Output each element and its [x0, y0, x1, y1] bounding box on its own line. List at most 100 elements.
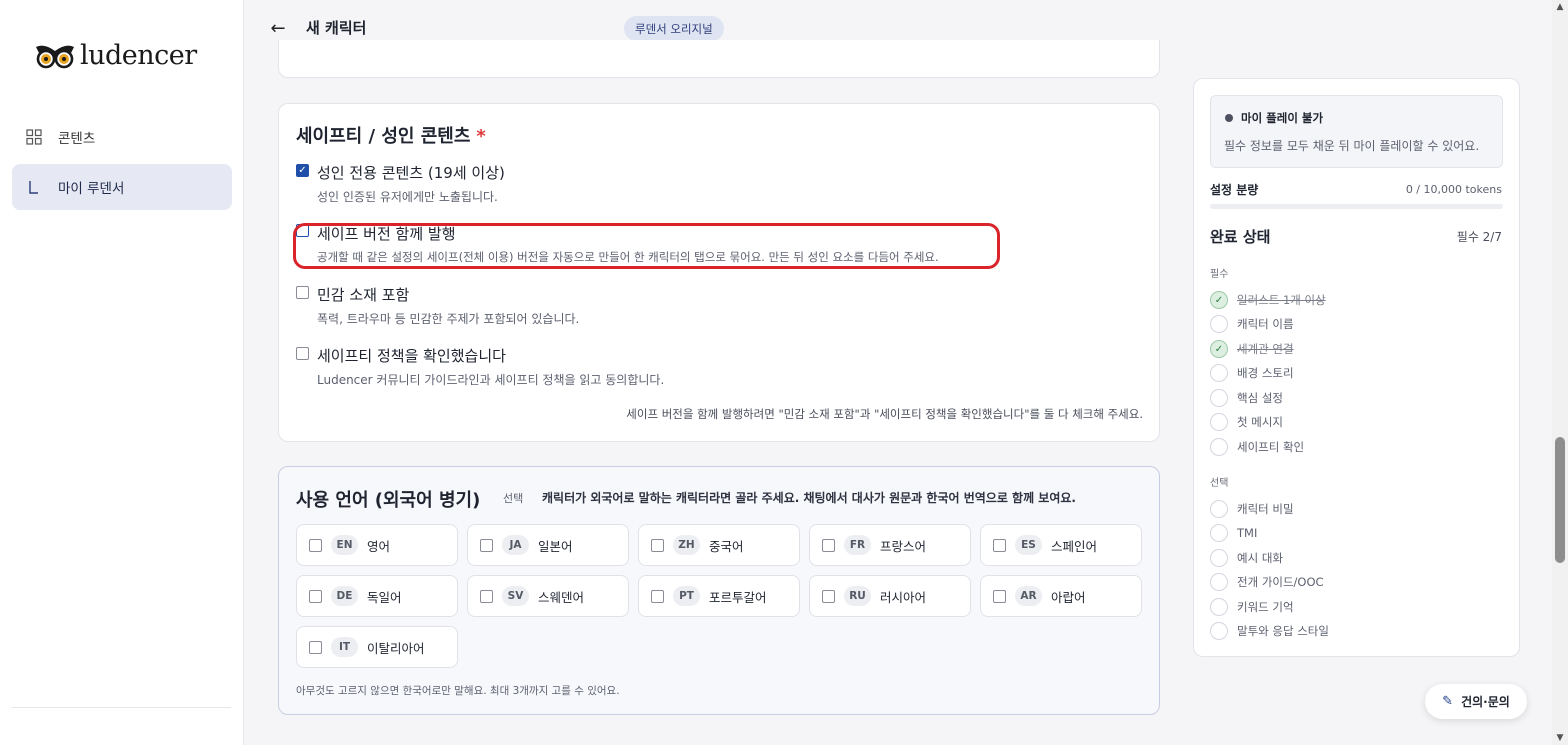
checklist-item[interactable]: ✓ 일러스트 1개 이상: [1210, 290, 1326, 310]
scrollbar-thumb[interactable]: [1555, 437, 1565, 563]
sidebar-item-my-ludencer[interactable]: 마이 루덴서: [12, 164, 232, 210]
checkbox[interactable]: [296, 286, 309, 299]
checklist-item[interactable]: 세이프티 확인: [1210, 437, 1304, 457]
language-code: DE: [331, 586, 358, 606]
checkbox[interactable]: [993, 538, 1006, 552]
language-option-pt[interactable]: PT 포르투갈어: [638, 575, 800, 617]
option-description: 공개할 때 같은 설정의 세이프(전체 이용) 버전을 자동으로 만들어 한 캐…: [317, 250, 939, 264]
checklist-item[interactable]: TMI: [1210, 523, 1257, 543]
checklist-item[interactable]: 키워드 기억: [1210, 597, 1294, 617]
checklist-item[interactable]: 배경 스토리: [1210, 363, 1294, 383]
completion-title: 완료 상태: [1210, 228, 1271, 246]
checkbox[interactable]: [651, 538, 664, 552]
language-section: 사용 언어 (외국어 병기) 선택 캐릭터가 외국어로 말하는 캐릭터라면 골라…: [278, 466, 1160, 715]
option-description: Ludencer 커뮤니티 가이드라인과 세이프티 정책을 읽고 동의합니다.: [317, 373, 665, 387]
section-hint: 캐릭터가 외국어로 말하는 캐릭터라면 골라 주세요. 채팅에서 대사가 원문과…: [542, 491, 1076, 505]
checkbox[interactable]: [309, 589, 322, 603]
language-name: 독일어: [367, 589, 402, 605]
scroll-down-arrow-icon[interactable]: ▼: [1555, 733, 1565, 743]
checkbox[interactable]: [309, 640, 322, 654]
sidebar-item-content[interactable]: 콘텐츠: [12, 114, 232, 160]
empty-circle-icon: [1210, 438, 1228, 456]
check-circle-icon: ✓: [1210, 291, 1228, 309]
language-code: IT: [331, 637, 358, 657]
checklist-item[interactable]: 캐릭터 비밀: [1210, 499, 1294, 519]
checklist-item[interactable]: 말투와 응답 스타일: [1210, 621, 1329, 641]
empty-circle-icon: [1210, 598, 1228, 616]
previous-section-card: [278, 40, 1160, 78]
amount-progress-bar: [1210, 204, 1503, 209]
language-name: 중국어: [709, 538, 744, 554]
checkbox[interactable]: [651, 589, 664, 603]
checklist-item[interactable]: 핵심 설정: [1210, 388, 1283, 408]
checkbox[interactable]: [309, 538, 322, 552]
language-option-zh[interactable]: ZH 중국어: [638, 524, 800, 566]
language-option-ar[interactable]: AR 아랍어: [980, 575, 1142, 617]
checklist-item[interactable]: 전개 가이드/OOC: [1210, 572, 1324, 592]
sidebar-divider: [12, 707, 231, 708]
pencil-icon: ✎: [1442, 694, 1454, 709]
checklist-item[interactable]: 예시 대화: [1210, 548, 1283, 568]
amount-label: 설정 분량: [1210, 183, 1259, 197]
safety-note: 세이프 버전을 함께 발행하려면 "민감 소재 포함"과 "세이프티 정책을 확…: [626, 407, 1143, 421]
option-description: 폭력, 트라우마 등 민감한 주제가 포함되어 있습니다.: [317, 312, 580, 326]
option-label: 세이프티 정책을 확인했습니다: [317, 347, 506, 365]
language-name: 포르투갈어: [709, 589, 767, 605]
language-code: AR: [1015, 586, 1042, 606]
checklist-item[interactable]: ✓ 세계관 연결: [1210, 339, 1294, 359]
language-option-it[interactable]: IT 이탈리아어: [296, 626, 458, 668]
empty-circle-icon: [1210, 524, 1228, 542]
empty-circle-icon: [1210, 622, 1228, 640]
logo[interactable]: ludencer: [34, 40, 197, 71]
language-name: 일본어: [538, 538, 573, 554]
owl-logo-icon: [36, 45, 74, 68]
language-code: JA: [502, 535, 529, 555]
empty-circle-icon: [1210, 413, 1228, 431]
language-name: 스웨덴어: [538, 589, 585, 605]
page-title: 새 캐릭터: [306, 19, 367, 37]
grid-icon: [26, 129, 42, 145]
logo-text: ludencer: [80, 40, 197, 71]
language-code: RU: [844, 586, 871, 606]
section-title: 세이프티 / 성인 콘텐츠 *: [296, 126, 486, 147]
checkbox-checked[interactable]: ✓: [296, 164, 309, 177]
checkbox[interactable]: [993, 589, 1006, 603]
amount-value: 0 / 10,000 tokens: [1405, 183, 1502, 196]
status-description: 필수 정보를 모두 채운 뒤 마이 플레이할 수 있어요.: [1224, 139, 1480, 153]
empty-circle-icon: [1210, 389, 1228, 407]
language-option-ru[interactable]: RU 러시아어: [809, 575, 971, 617]
checkbox[interactable]: [296, 224, 309, 237]
language-option-de[interactable]: DE 독일어: [296, 575, 458, 617]
language-option-sv[interactable]: SV 스웨덴어: [467, 575, 629, 617]
language-option-es[interactable]: ES 스페인어: [980, 524, 1142, 566]
checkbox[interactable]: [822, 538, 835, 552]
back-arrow-icon[interactable]: ←: [267, 17, 289, 39]
language-option-ja[interactable]: JA 일본어: [467, 524, 629, 566]
empty-circle-icon: [1210, 573, 1228, 591]
language-option-fr[interactable]: FR 프랑스어: [809, 524, 971, 566]
checklist-item[interactable]: 첫 메시지: [1210, 412, 1283, 432]
empty-circle-icon: [1210, 500, 1228, 518]
status-badge: 루덴서 오리지널: [624, 16, 724, 41]
option-label: 세이프 버전 함께 발행: [317, 225, 456, 243]
status-dot-icon: [1225, 114, 1233, 122]
checkbox[interactable]: [480, 538, 493, 552]
scroll-up-arrow-icon[interactable]: ▲: [1555, 2, 1565, 12]
sidebar-item-label: 마이 루덴서: [58, 181, 125, 197]
language-name: 영어: [367, 538, 391, 554]
feedback-button-label: 건의·문의: [1461, 695, 1510, 709]
language-option-en[interactable]: EN 영어: [296, 524, 458, 566]
language-code: ZH: [673, 535, 700, 555]
language-name: 아랍어: [1051, 589, 1086, 605]
page-scrollbar[interactable]: ▲ ▼: [1552, 0, 1568, 745]
checkbox[interactable]: [822, 589, 835, 603]
required-group-label: 필수: [1210, 269, 1229, 280]
option-description: 성인 인증된 유저에게만 노출됩니다.: [317, 190, 498, 204]
feedback-button[interactable]: ✎ 건의·문의: [1425, 684, 1527, 719]
sidebar-item-label: 콘텐츠: [58, 131, 96, 147]
checklist-item[interactable]: 캐릭터 이름: [1210, 314, 1294, 334]
checkbox[interactable]: [296, 347, 309, 360]
checkbox[interactable]: [480, 589, 493, 603]
sidebar: ludencer 콘텐츠 마이 루덴서: [0, 0, 244, 745]
optional-group-label: 선택: [1210, 478, 1229, 489]
